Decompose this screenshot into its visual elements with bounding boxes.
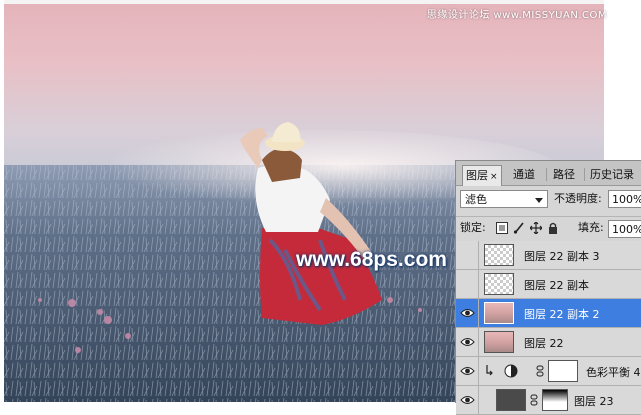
layer-row[interactable]: 图层 22 副本 [456, 270, 641, 299]
eye-icon [460, 309, 475, 317]
link-icon [536, 365, 544, 377]
layer-thumbnail [484, 302, 514, 324]
center-watermark: www.68ps.com [296, 248, 447, 271]
layer-row[interactable]: 色彩平衡 4 [456, 357, 641, 386]
layer-thumbnail [496, 389, 526, 411]
brush-icon[interactable] [513, 222, 525, 234]
tab-channels[interactable]: 通道 [510, 166, 538, 184]
eye-icon [460, 396, 475, 404]
eye-icon [460, 367, 475, 375]
layer-row[interactable]: 图层 23 [456, 386, 641, 415]
blend-mode-select[interactable]: 滤色 [460, 190, 548, 208]
layer-thumbnail [484, 244, 514, 266]
mask-thumbnail [542, 389, 568, 411]
opacity-input[interactable]: 100% [608, 190, 641, 208]
panel-tabs: 图层 × 通道 路径 历史记录 [456, 161, 641, 186]
layer-name: 图层 23 [574, 395, 614, 408]
layer-name: 色彩平衡 4 [586, 366, 641, 379]
layer-name: 图层 22 副本 [524, 279, 589, 292]
lock-icon[interactable] [547, 222, 559, 234]
mask-thumbnail [548, 360, 578, 382]
layer-thumbnail [484, 331, 514, 353]
layer-row[interactable]: 图层 22 [456, 328, 641, 357]
clip-arrow-icon [486, 365, 493, 376]
lock-bar: 锁定: 填充: 100% [456, 216, 641, 242]
lock-transparency-icon[interactable] [496, 222, 508, 234]
layer-row-selected[interactable]: 图层 22 副本 2 [456, 299, 641, 328]
visibility-toggle[interactable] [456, 241, 479, 269]
top-right-watermark: 思缘设计论坛 www.MISSYUAN.COM [426, 10, 607, 21]
fill-input[interactable]: 100% [608, 220, 641, 238]
adjustment-icon [504, 364, 518, 378]
link-icon [530, 394, 538, 406]
opacity-label: 不透明度: [554, 192, 602, 205]
layer-name: 图层 22 [524, 337, 564, 350]
visibility-toggle[interactable] [456, 328, 479, 356]
eye-icon [460, 338, 475, 346]
visibility-toggle[interactable] [456, 386, 479, 414]
lock-label: 锁定: [460, 221, 486, 234]
visibility-toggle[interactable] [456, 357, 479, 385]
visibility-toggle[interactable] [456, 299, 479, 327]
visibility-toggle[interactable] [456, 270, 479, 298]
tab-paths[interactable]: 路径 [550, 166, 578, 184]
close-icon[interactable]: × [490, 172, 498, 182]
layers-panel: 图层 × 通道 路径 历史记录 滤色 不透明度: 100% 锁定: 填充: 100… [455, 160, 641, 415]
layer-thumbnail [484, 273, 514, 295]
tab-history[interactable]: 历史记录 [587, 166, 637, 184]
layer-row[interactable]: 图层 22 副本 3 [456, 241, 641, 270]
layer-name: 图层 22 副本 2 [524, 308, 600, 321]
move-icon[interactable] [530, 222, 542, 234]
chevron-down-icon [535, 198, 543, 203]
layer-name: 图层 22 副本 3 [524, 250, 600, 263]
fill-label: 填充: [578, 221, 604, 234]
tab-layers[interactable]: 图层 × [462, 165, 502, 186]
